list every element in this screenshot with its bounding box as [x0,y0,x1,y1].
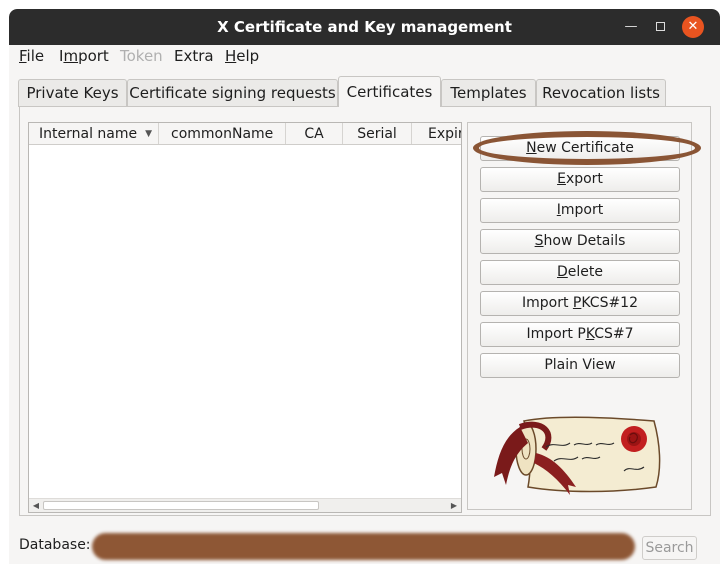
tab-private-keys[interactable]: Private Keys [18,79,127,107]
title-bar[interactable]: X Certificate and Key management — ✕ [9,9,720,45]
import-pkcs7-button[interactable]: Import PKCS#7 [480,322,680,347]
column-common-name[interactable]: commonName [159,123,286,144]
tab-templates[interactable]: Templates [441,79,536,107]
plain-view-button[interactable]: Plain View [480,353,680,378]
menu-bar: File Import Token Extra Help [9,45,720,68]
search-button[interactable]: Search [642,536,697,560]
sort-down-icon: ▼ [145,129,152,139]
scroll-logo-icon [494,416,661,495]
column-serial[interactable]: Serial [343,123,412,144]
certificate-list[interactable]: Internal name ▼ commonName CA Serial Exp… [28,122,462,513]
export-button[interactable]: Export [480,167,680,192]
menu-extra[interactable]: Extra [174,47,214,65]
import-button[interactable]: Import [480,198,680,223]
window-title: X Certificate and Key management [217,18,512,36]
menu-import[interactable]: Import [59,47,109,65]
tab-certificates[interactable]: Certificates [338,76,441,107]
menu-file[interactable]: File [19,47,44,65]
scrollbar-thumb[interactable] [43,501,319,510]
maximize-icon[interactable] [650,17,670,37]
import-pkcs12-button[interactable]: Import PKCS#12 [480,291,680,316]
minimize-icon[interactable]: — [621,17,641,37]
app-window: X Certificate and Key management — ✕ Fil… [9,9,720,564]
tab-revocation-lists[interactable]: Revocation lists [536,79,666,107]
column-expiry[interactable]: Expiry [412,123,461,144]
show-details-button[interactable]: Show Details [480,229,680,254]
scroll-left-icon[interactable]: ◀ [30,499,42,512]
menu-token: Token [120,47,163,65]
status-bar: Database: Search [19,531,711,560]
scroll-right-icon[interactable]: ▶ [448,499,460,512]
column-internal-name[interactable]: Internal name ▼ [29,123,159,144]
column-ca[interactable]: CA [286,123,343,144]
list-header: Internal name ▼ commonName CA Serial Exp… [29,123,461,145]
delete-button[interactable]: Delete [480,260,680,285]
database-label: Database: [19,537,91,553]
tab-certificate-signing-requests[interactable]: Certificate signing requests [127,79,338,107]
menu-help[interactable]: Help [225,47,259,65]
horizontal-scrollbar[interactable]: ◀ ▶ [29,498,461,512]
close-icon[interactable]: ✕ [682,16,704,38]
database-path-redacted [92,533,635,560]
new-certificate-button[interactable]: New Certificate [480,136,680,161]
